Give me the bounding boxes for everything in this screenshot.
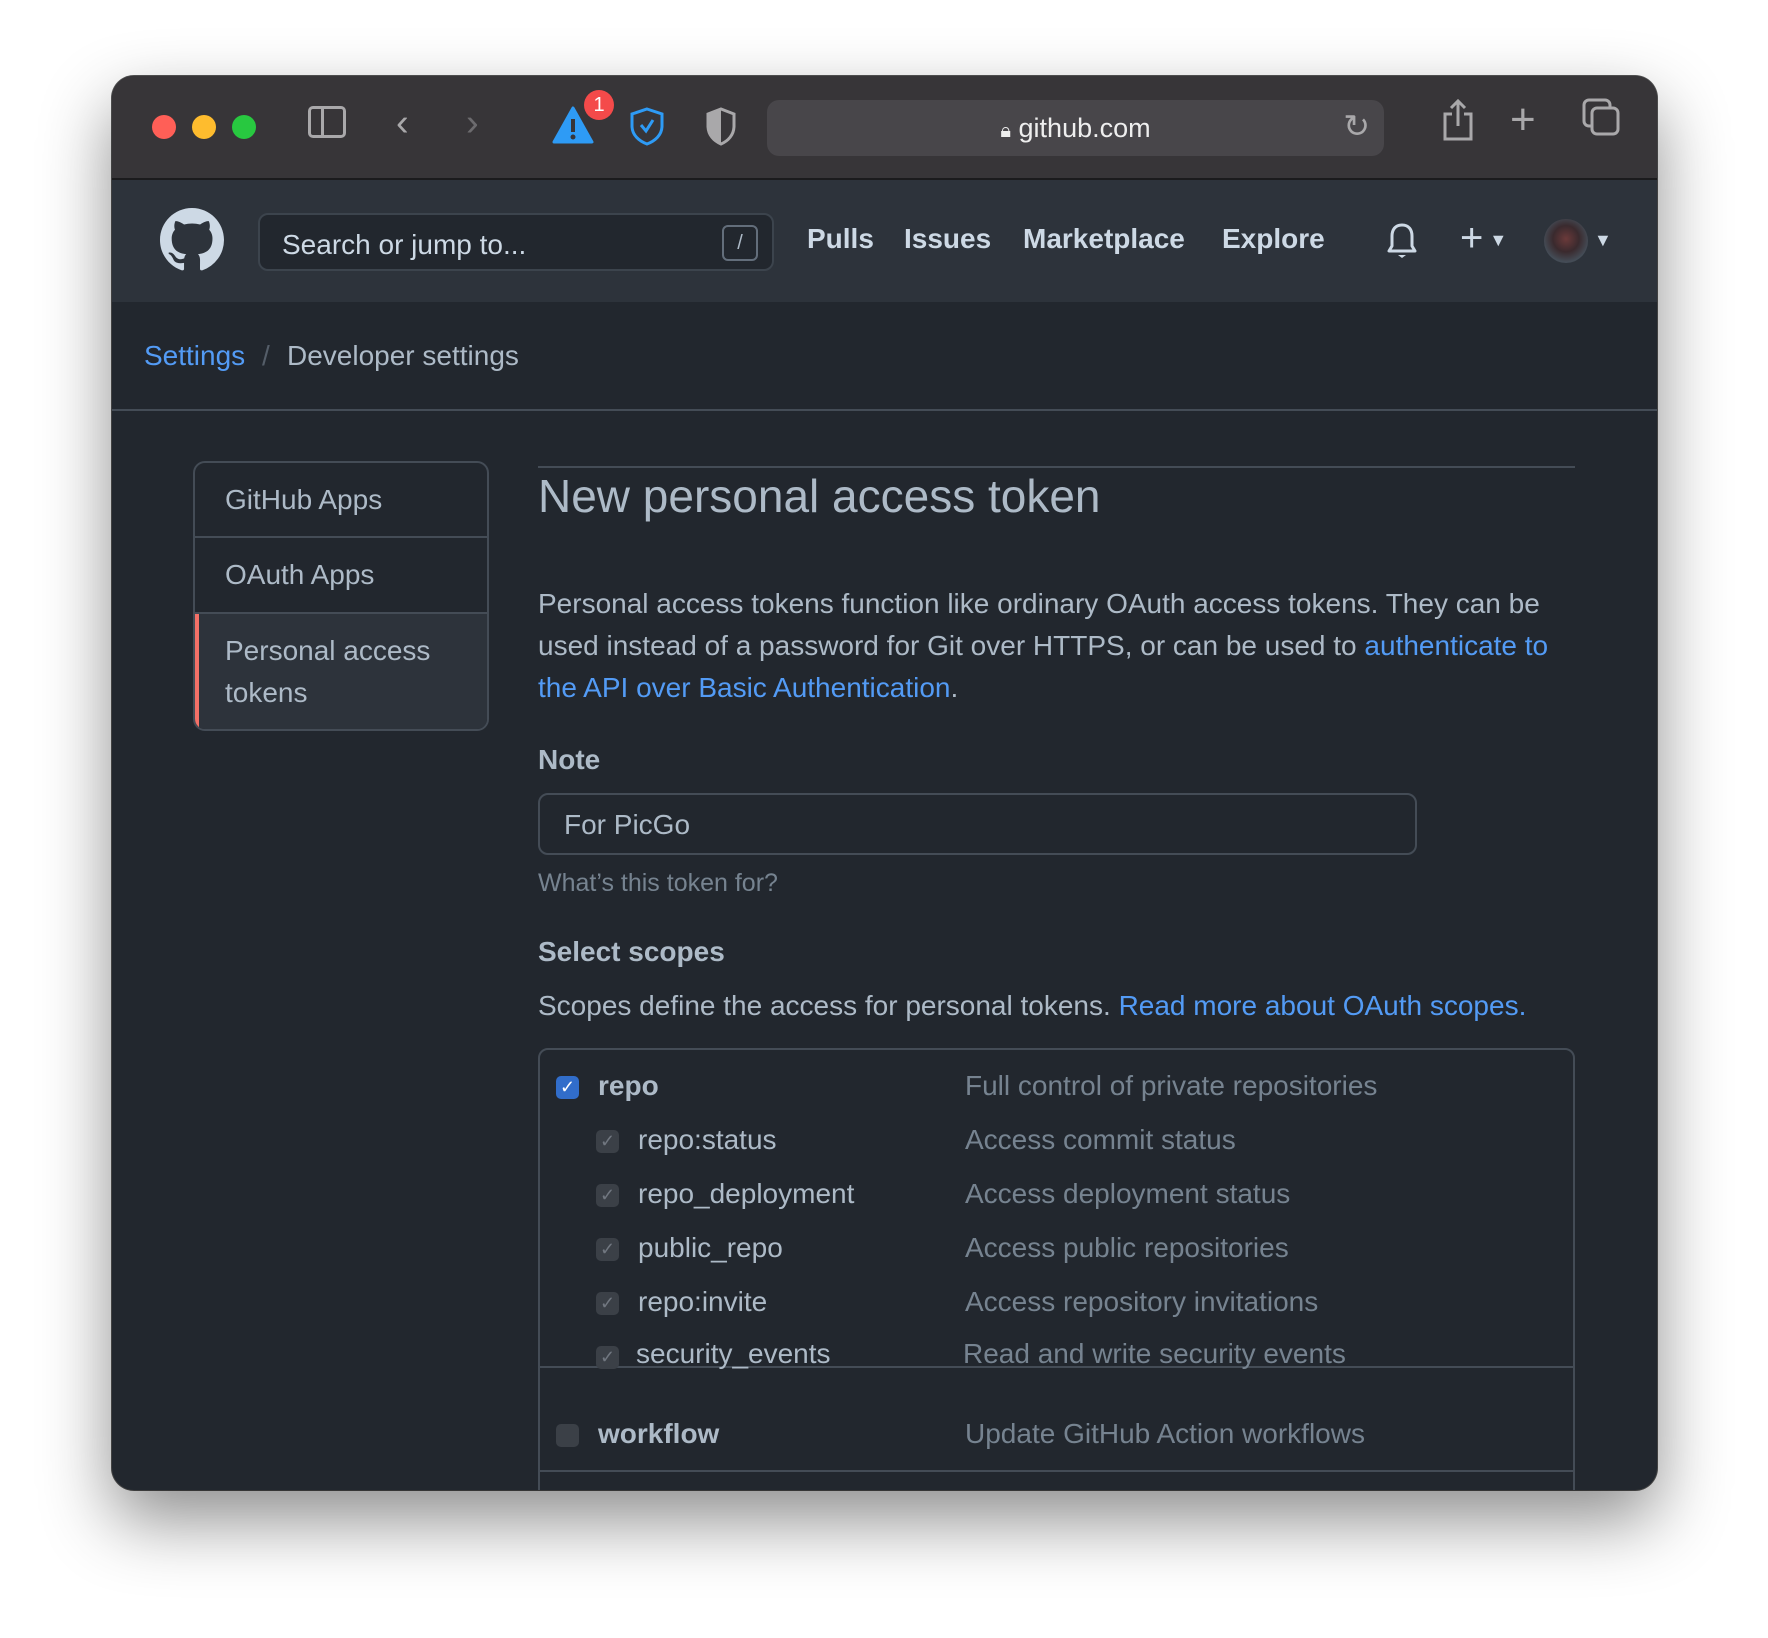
note-hint: What’s this token for? <box>538 869 778 897</box>
browser-toolbar: ‹ › 1 🔒︎ github.com ↻ + <box>112 76 1657 180</box>
scope-desc: Read and write security events <box>963 1338 1346 1369</box>
nav-marketplace[interactable]: Marketplace <box>1023 223 1185 255</box>
maximize-window-button[interactable] <box>232 115 256 139</box>
lock-icon: 🔒︎ <box>1000 120 1012 142</box>
scope-name: public_repo <box>638 1232 783 1263</box>
breadcrumb: Settings / Developer settings <box>112 302 1657 411</box>
nav-pulls[interactable]: Pulls <box>807 223 874 255</box>
scope-checkbox-repo-status[interactable]: ✓ <box>596 1130 619 1153</box>
forward-icon[interactable]: › <box>466 104 479 142</box>
oauth-scopes-link[interactable]: Read more about OAuth scopes. <box>1119 990 1527 1021</box>
scopes-list: ✓ repo Full control of private repositor… <box>538 1048 1575 1490</box>
create-new-button[interactable]: + ▼ <box>1460 216 1507 261</box>
breadcrumb-separator: / <box>262 340 270 371</box>
scope-row-repo: ✓ repo Full control of private repositor… <box>540 1050 1573 1368</box>
scope-row-workflow <box>540 1470 1573 1472</box>
select-scopes-heading: Select scopes <box>538 936 725 967</box>
share-icon[interactable] <box>1442 98 1474 142</box>
minimize-window-button[interactable] <box>192 115 216 139</box>
breadcrumb-current: Developer settings <box>287 340 519 371</box>
scope-name: workflow <box>598 1418 720 1449</box>
back-icon[interactable]: ‹ <box>396 104 409 142</box>
url-text: github.com <box>1018 113 1151 143</box>
nav-explore[interactable]: Explore <box>1222 223 1325 255</box>
scope-checkbox-repo[interactable]: ✓ <box>556 1076 579 1099</box>
scope-desc: Access public repositories <box>965 1232 1289 1263</box>
scope-checkbox-public-repo[interactable]: ✓ <box>596 1238 619 1261</box>
address-bar[interactable]: 🔒︎ github.com ↻ <box>767 100 1384 156</box>
breadcrumb-settings-link[interactable]: Settings <box>144 340 245 372</box>
scope-checkbox-workflow[interactable] <box>556 1424 579 1447</box>
scope-desc: Full control of private repositories <box>965 1070 1378 1101</box>
half-shield-icon[interactable] <box>704 106 738 151</box>
scope-desc: Access commit status <box>965 1124 1236 1155</box>
tabs-overview-icon[interactable] <box>1582 98 1620 141</box>
browser-window: ‹ › 1 🔒︎ github.com ↻ + Search or jump t… <box>112 76 1657 1490</box>
sidebar-icon[interactable] <box>308 106 346 138</box>
title-divider <box>538 416 1575 468</box>
chevron-down-icon[interactable]: ▼ <box>1594 230 1612 251</box>
sidebar-item-oauth-apps[interactable]: OAuth Apps <box>195 538 487 614</box>
note-input-value: For PicGo <box>564 809 691 840</box>
scope-name: repo <box>598 1070 659 1101</box>
scope-checkbox-repo-invite[interactable]: ✓ <box>596 1292 619 1315</box>
avatar[interactable] <box>1544 219 1588 263</box>
scope-checkbox-repo-deployment[interactable]: ✓ <box>596 1184 619 1207</box>
scope-desc: Update GitHub Action workflows <box>965 1418 1365 1449</box>
note-label: Note <box>538 744 601 775</box>
chevron-down-icon: ▼ <box>1489 229 1508 250</box>
intro-text: Personal access tokens function like ord… <box>538 588 1549 703</box>
new-tab-icon[interactable]: + <box>1510 98 1536 142</box>
sidebar-item-personal-access-tokens[interactable]: Personal access tokens <box>195 614 487 729</box>
scope-name: repo:invite <box>638 1286 768 1317</box>
sidebar-item-github-apps[interactable]: GitHub Apps <box>195 463 487 538</box>
scope-name: repo:status <box>638 1124 777 1155</box>
shield-check-icon[interactable] <box>628 106 666 151</box>
github-logo-icon[interactable] <box>160 208 224 277</box>
scope-checkbox-security-events[interactable]: ✓ <box>596 1346 619 1369</box>
scope-desc: Access repository invitations <box>965 1286 1319 1317</box>
bell-icon[interactable] <box>1386 222 1418 265</box>
scope-name: repo_deployment <box>638 1178 855 1209</box>
page-title: New personal access token <box>538 470 1101 522</box>
nav-issues[interactable]: Issues <box>904 223 991 255</box>
scope-desc: Access deployment status <box>965 1178 1291 1209</box>
notification-badge: 1 <box>584 90 614 120</box>
scope-name: security_events <box>636 1338 831 1369</box>
github-header: Search or jump to... / Pulls Issues Mark… <box>112 180 1657 302</box>
search-shortcut-hint: / <box>722 225 758 261</box>
note-input[interactable]: For PicGo <box>538 793 1417 855</box>
search-placeholder: Search or jump to... <box>282 229 527 260</box>
scopes-description: Scopes define the access for personal to… <box>538 990 1527 1021</box>
reload-icon[interactable]: ↻ <box>1343 110 1370 142</box>
close-window-button[interactable] <box>152 115 176 139</box>
developer-settings-sidebar: GitHub Apps OAuth Apps Personal access t… <box>193 461 489 731</box>
search-input[interactable]: Search or jump to... / <box>258 213 774 271</box>
